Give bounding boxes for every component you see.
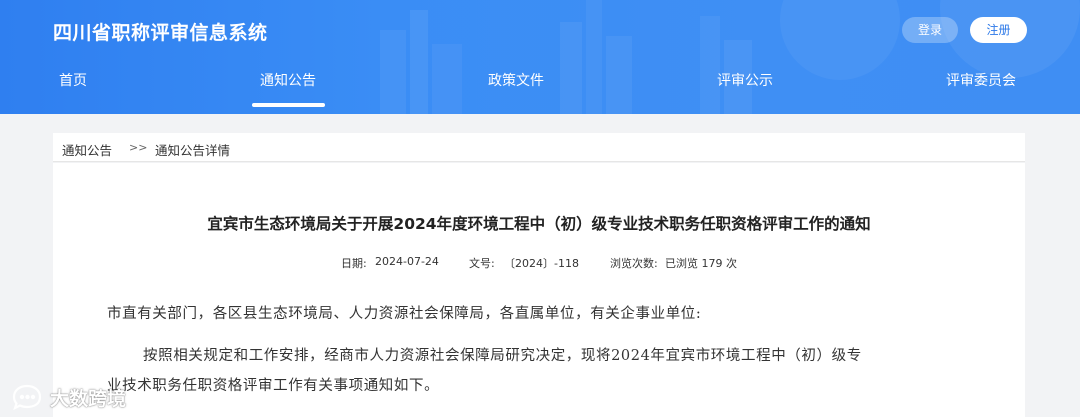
breadcrumb-separator: >> [129, 141, 148, 154]
nav-active-indicator [252, 103, 325, 107]
chat-bubble-logo-icon [12, 384, 42, 410]
watermark: 大数跨境 [10, 382, 126, 412]
breadcrumb: 通知公告 >> 通知公告详情 [53, 133, 1025, 162]
nav-review-publicity[interactable]: 评审公示 [717, 70, 773, 90]
site-title[interactable]: 四川省职称评审信息系统 [53, 18, 268, 45]
breadcrumb-current: 通知公告详情 [155, 143, 231, 158]
date-label: 日期: [341, 257, 367, 270]
breadcrumb-notices-link[interactable]: 通知公告 [62, 140, 112, 159]
login-button[interactable]: 登录 [902, 17, 958, 43]
article-title: 宜宾市生态环境局关于开展2024年度环境工程中（初）级专业技术职务任职资格评审工… [207, 215, 871, 233]
publish-date: 2024-07-24 [375, 255, 439, 268]
nav-review-committee[interactable]: 评审委员会 [946, 70, 1016, 90]
article-panel: 宜宾市生态环境局关于开展2024年度环境工程中（初）级专业技术职务任职资格评审工… [53, 163, 1025, 417]
article-paragraph-line-1: 按照相关规定和工作安排，经商市人力资源社会保障局研究决定，现将2024年宜宾市环… [143, 348, 862, 364]
nav-policy-documents[interactable]: 政策文件 [488, 70, 544, 90]
nav-notices[interactable]: 通知公告 [260, 70, 316, 90]
views-label: 浏览次数: [610, 257, 658, 270]
article-salutation: 市直有关部门，各区县生态环境局、人力资源社会保障局，各直属单位，有关企事业单位: [107, 306, 702, 322]
view-count: 已浏览 179 次 [665, 257, 737, 270]
article-paragraph-line-2: 业技术职务任职资格评审工作有关事项通知如下。 [107, 378, 440, 394]
watermark-text: 大数跨境 [50, 387, 127, 410]
doc-number-label: 文号: [469, 257, 495, 270]
site-header: 四川省职称评审信息系统 登录 注册 首页 通知公告 政策文件 评审公示 评审委员… [0, 0, 1080, 114]
register-button[interactable]: 注册 [970, 17, 1027, 43]
doc-number: 〔2024〕-118 [504, 257, 579, 270]
nav-home[interactable]: 首页 [59, 70, 87, 90]
